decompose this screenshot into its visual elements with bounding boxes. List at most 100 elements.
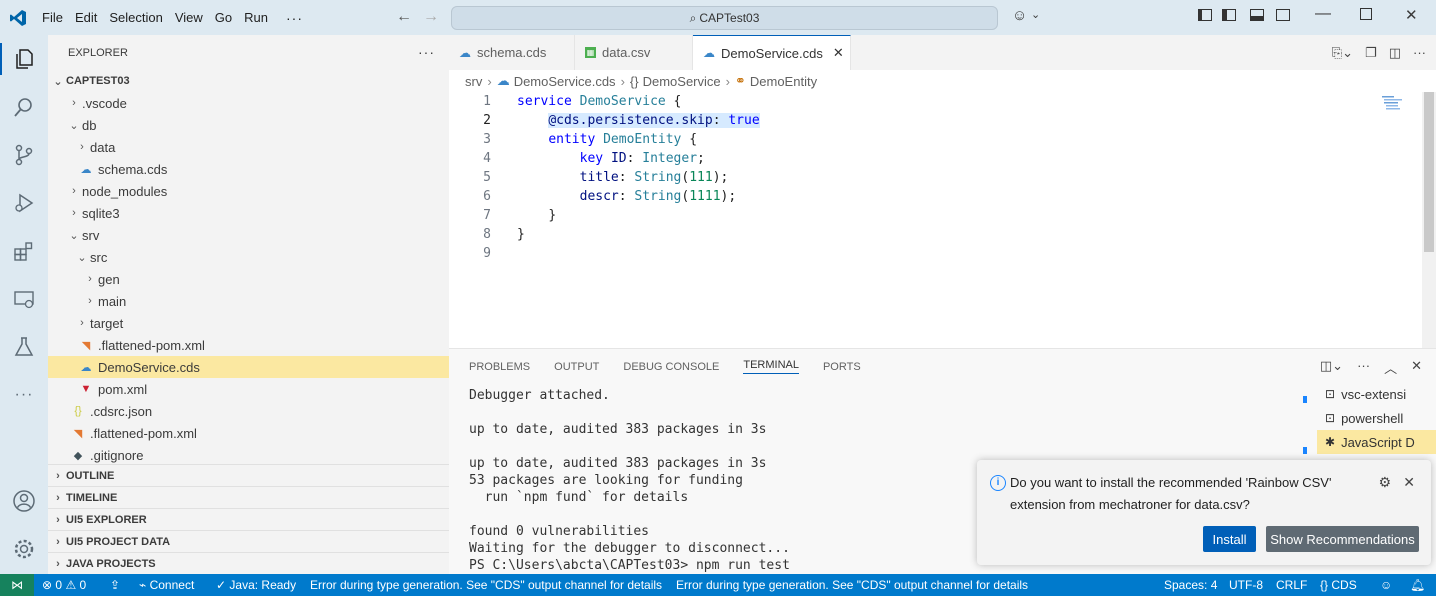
terminal-item-vsc-extension[interactable]: ⊡ vsc-extensi (1317, 382, 1436, 406)
menu-run[interactable]: Run (238, 10, 274, 25)
tree-item[interactable]: › main (48, 290, 449, 312)
ui5-explorer-section[interactable]: › UI5 EXPLORER (48, 508, 449, 531)
account-icon[interactable] (10, 487, 38, 515)
encoding-status[interactable]: UTF-8 (1229, 574, 1263, 596)
tree-item[interactable]: ◥ .flattened-pom.xml (48, 334, 449, 356)
tree-item[interactable]: ◥ .flattened-pom.xml (48, 422, 449, 444)
tree-item[interactable]: › data (48, 136, 449, 158)
terminal-item-powershell[interactable]: ⊡ powershell (1317, 406, 1436, 430)
code-editor[interactable]: 1 2 3 4 5 6 7 8 9 service DemoService { … (449, 92, 1436, 348)
tree-item[interactable]: ☁ schema.cds (48, 158, 449, 180)
maximize-panel-icon[interactable]: ︿ (1384, 358, 1397, 377)
open-changes-icon[interactable]: ❐ (1365, 45, 1377, 61)
toggle-sidebar-icon[interactable] (1222, 9, 1236, 21)
tab-output[interactable]: OUTPUT (554, 361, 599, 373)
tab-data-csv[interactable]: ▦ data.csv (575, 35, 693, 70)
ui5-project-data-section[interactable]: › UI5 PROJECT DATA (48, 530, 449, 553)
chevron-down-icon[interactable]: ⌄ (1031, 8, 1040, 21)
tree-item[interactable]: › sqlite3 (48, 202, 449, 224)
notifications-bell-icon[interactable]: 🔔︎ (1410, 574, 1425, 596)
toggle-panel-icon[interactable] (1250, 9, 1264, 21)
tab-problems[interactable]: PROBLEMS (469, 361, 530, 373)
connect-status[interactable]: ⌁ Connect (139, 574, 194, 596)
more-actions-icon[interactable]: ··· (1357, 358, 1370, 377)
tree-item[interactable]: ⌄ srv (48, 224, 449, 246)
tab-demoservice-cds[interactable]: ☁ DemoService.cds ✕ (693, 35, 851, 70)
install-button[interactable]: Install (1203, 526, 1256, 552)
copilot-status-icon[interactable]: ☺ (1380, 574, 1392, 596)
close-tab-icon[interactable]: ✕ (833, 45, 844, 61)
type-generation-error[interactable]: Error during type generation. See "CDS" … (676, 574, 1028, 596)
menu-go[interactable]: Go (209, 10, 238, 25)
menu-edit[interactable]: Edit (69, 10, 103, 25)
explorer-icon[interactable] (10, 45, 38, 73)
tree-item[interactable]: ◆ .gitignore (48, 444, 449, 466)
extensions-icon[interactable] (10, 237, 38, 265)
explorer-root-folder[interactable]: ⌄ CAPTEST03 (48, 70, 451, 92)
live-share-icon[interactable]: ⇪ (110, 574, 120, 596)
menu-view[interactable]: View (169, 10, 209, 25)
remote-indicator[interactable]: ⋈ (0, 574, 34, 596)
command-center-search[interactable]: ⌕ CAPTest03 (451, 6, 998, 30)
open-preview-icon[interactable]: ⎘⌄ (1332, 45, 1353, 61)
back-arrow-icon[interactable]: ← (396, 8, 412, 26)
terminal-item-javascript-debug[interactable]: ✱ JavaScript D (1317, 430, 1436, 454)
breadcrumb-srv[interactable]: srv (465, 74, 482, 89)
forward-arrow-icon[interactable]: → (423, 8, 439, 26)
breadcrumb-entity[interactable]: DemoEntity (750, 74, 817, 89)
editor-scrollbar[interactable] (1422, 92, 1436, 348)
run-and-debug-icon[interactable] (10, 189, 38, 217)
menu-more-button[interactable]: ··· (280, 10, 309, 26)
testing-icon[interactable] (10, 333, 38, 361)
tree-item[interactable]: › gen (48, 268, 449, 290)
tree-item[interactable]: ⌄ db (48, 114, 449, 136)
menu-file[interactable]: File (36, 10, 69, 25)
close-window-icon[interactable]: ✕ (1405, 6, 1418, 24)
line-number: 8 (483, 227, 491, 242)
menu-selection[interactable]: Selection (103, 10, 168, 25)
tab-schema-cds[interactable]: ☁ schema.cds (449, 35, 575, 70)
show-recommendations-button[interactable]: Show Recommendations (1266, 526, 1419, 552)
minimize-icon[interactable]: — (1315, 5, 1331, 23)
warning-count: 0 (79, 578, 87, 592)
notification-close-icon[interactable]: ✕ (1403, 474, 1415, 491)
timeline-section[interactable]: › TIMELINE (48, 486, 449, 509)
toggle-primary-sidebar-icon[interactable] (1198, 9, 1212, 21)
source-control-icon[interactable] (10, 141, 38, 169)
tree-item[interactable]: › node_modules (48, 180, 449, 202)
tree-item[interactable]: ☁ DemoService.cds (48, 356, 449, 378)
problems-status[interactable]: ⊗ 0 ⚠ 0 (42, 574, 86, 596)
search-icon[interactable] (10, 93, 38, 121)
type-generation-error[interactable]: Error during type generation. See "CDS" … (310, 574, 662, 596)
minimap[interactable] (1380, 94, 1420, 124)
eol-status[interactable]: CRLF (1276, 574, 1307, 596)
tree-item[interactable]: › .vscode (48, 92, 449, 114)
notification-settings-gear-icon[interactable]: ⚙ (1378, 474, 1391, 491)
more-views-icon[interactable]: ··· (10, 381, 38, 409)
tab-terminal[interactable]: TERMINAL (743, 359, 799, 374)
customize-layout-icon[interactable] (1276, 9, 1290, 21)
tree-item[interactable]: {} .cdsrc.json (48, 400, 449, 422)
close-panel-icon[interactable]: ✕ (1411, 358, 1422, 377)
language-label: CDS (1331, 578, 1357, 592)
more-actions-icon[interactable]: ··· (1413, 45, 1426, 61)
outline-section[interactable]: › OUTLINE (48, 464, 449, 487)
maximize-icon[interactable] (1360, 8, 1372, 20)
settings-gear-icon[interactable] (10, 535, 38, 563)
remote-explorer-icon[interactable] (10, 285, 38, 313)
breadcrumb-file[interactable]: DemoService.cds (514, 74, 616, 89)
tree-item[interactable]: › target (48, 312, 449, 334)
split-editor-icon[interactable]: ◫ (1389, 45, 1401, 61)
tree-item[interactable]: ▼ pom.xml (48, 378, 449, 400)
tree-item[interactable]: ⌄ src (48, 246, 449, 268)
tab-ports[interactable]: PORTS (823, 361, 861, 373)
java-projects-section[interactable]: › JAVA PROJECTS (48, 552, 449, 575)
tab-debug-console[interactable]: DEBUG CONSOLE (623, 361, 719, 373)
java-status[interactable]: ✓ Java: Ready (216, 574, 296, 596)
sidebar-more-button[interactable]: ··· (418, 44, 435, 60)
indentation-status[interactable]: Spaces: 4 (1164, 574, 1217, 596)
copilot-icon[interactable]: ☺ (1012, 7, 1027, 24)
split-terminal-icon[interactable]: ◫⌄ (1320, 358, 1343, 377)
language-status[interactable]: {} CDS (1320, 574, 1357, 596)
breadcrumb-service[interactable]: DemoService (643, 74, 721, 89)
